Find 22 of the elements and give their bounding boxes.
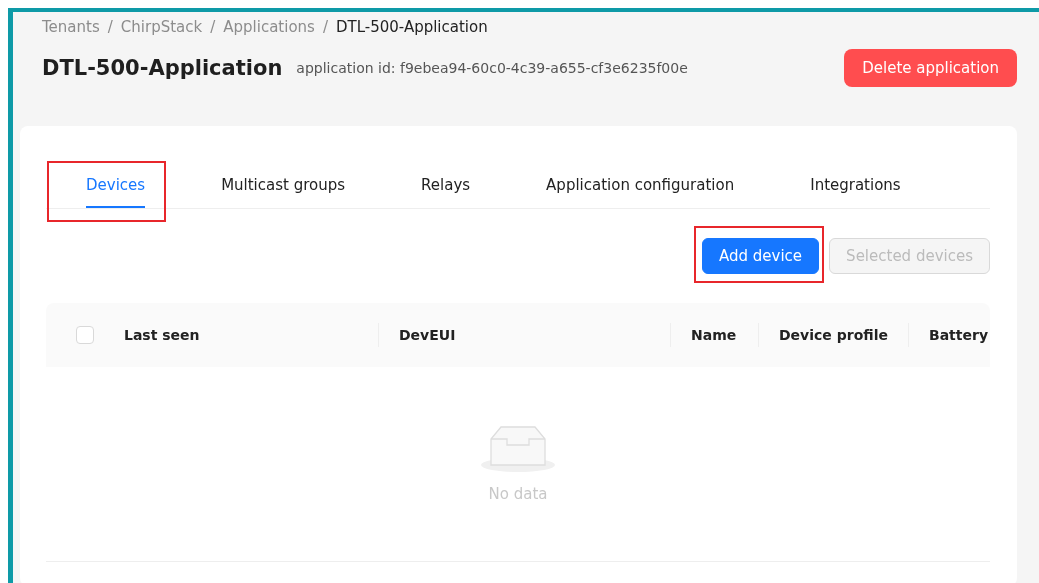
select-all-checkbox[interactable] — [76, 326, 94, 344]
column-header: Name — [691, 327, 737, 343]
breadcrumb-separator: / — [322, 18, 328, 36]
column-header: Last seen — [124, 327, 200, 343]
column-header: Device profile — [779, 327, 888, 343]
breadcrumb-link[interactable]: ChirpStack — [120, 18, 203, 36]
breadcrumb-link[interactable]: Applications — [223, 18, 315, 36]
tab[interactable]: Devices — [86, 164, 146, 208]
empty-inbox-icon — [481, 425, 555, 473]
application-id: application id: f9ebea94-60c0-4c39-a655-cf3e6235f00e — [296, 60, 688, 76]
tab[interactable]: Integrations — [810, 164, 901, 208]
tab[interactable]: Relays — [421, 164, 471, 208]
tab[interactable]: Multicast groups — [221, 164, 346, 208]
breadcrumb-separator: / — [107, 18, 113, 36]
tab[interactable]: Application configuration — [546, 164, 735, 208]
column-header: DevEUI — [399, 327, 456, 343]
breadcrumb-separator: / — [210, 18, 216, 36]
add-button[interactable]: Add device — [702, 238, 820, 274]
column-header: Battery — [929, 327, 989, 343]
delete-button[interactable]: Delete application — [844, 49, 1017, 87]
page-title: DTL-500-Application — [42, 56, 283, 80]
breadcrumb-link[interactable]: Tenants — [42, 18, 100, 36]
